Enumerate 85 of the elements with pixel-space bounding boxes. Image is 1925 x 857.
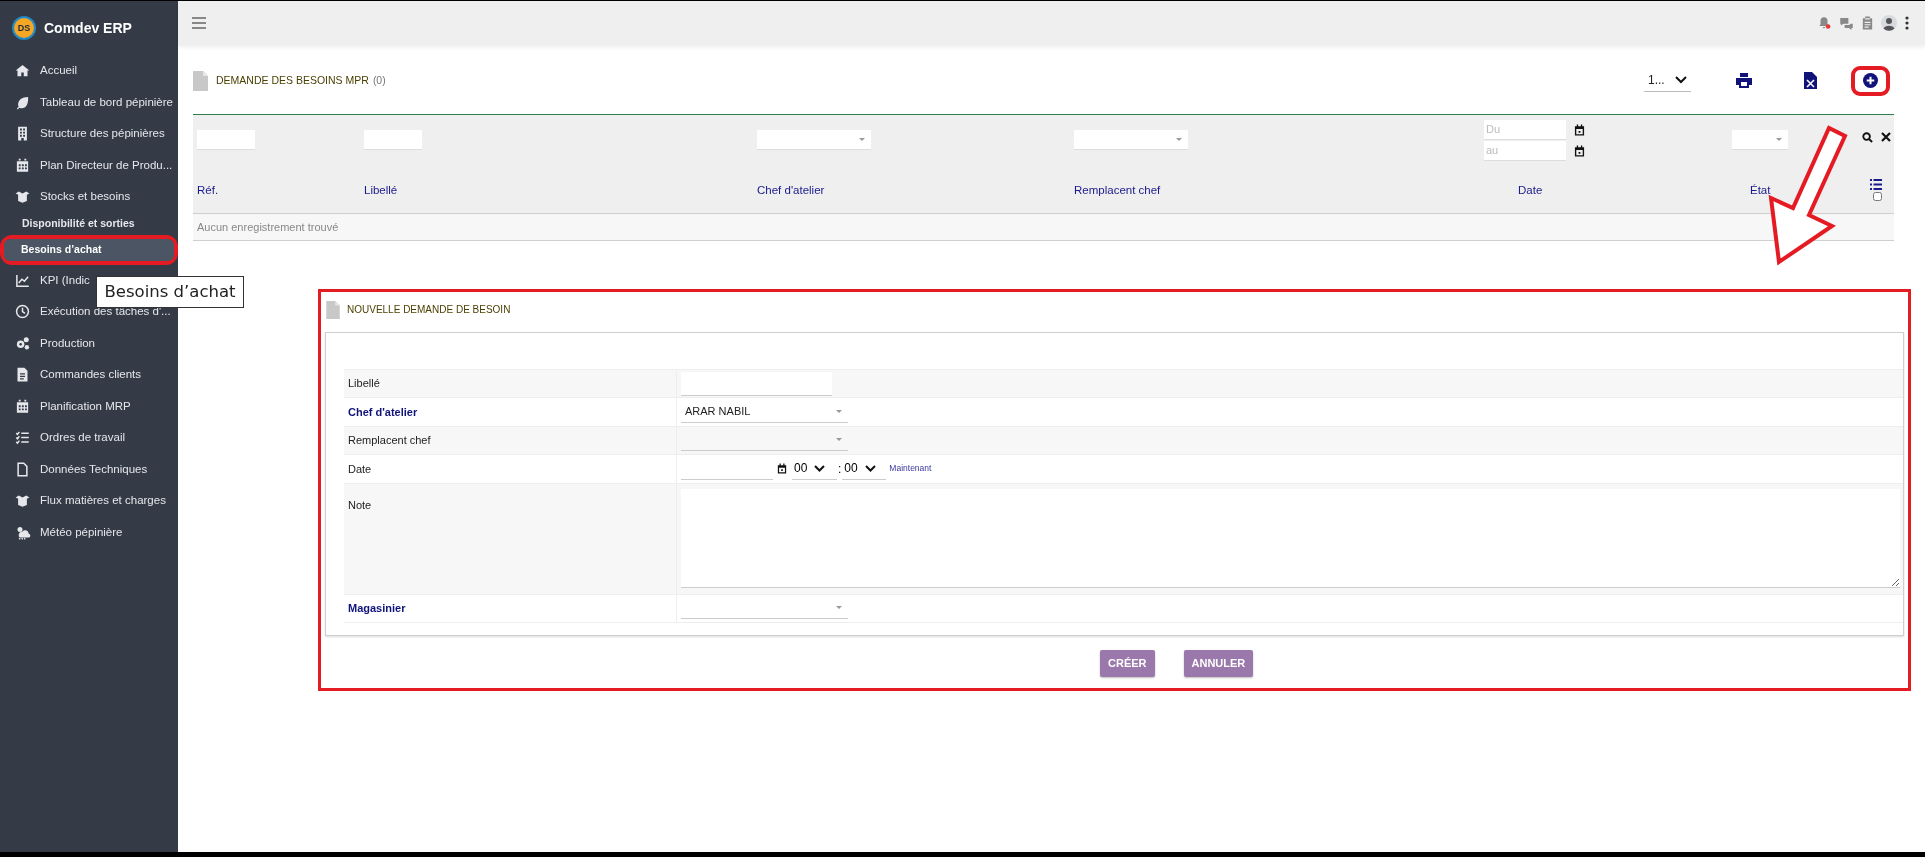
time-separator: : — [838, 460, 842, 478]
chevron-down-icon — [864, 464, 876, 472]
sidebar-item[interactable]: Tableau de bord pépinière — [0, 86, 178, 118]
close-icon[interactable] — [1881, 132, 1891, 142]
clipboard-icon[interactable] — [1862, 16, 1873, 30]
sidebar-item[interactable]: Planification MRP — [0, 390, 178, 422]
select-all-checkbox[interactable] — [1873, 192, 1882, 201]
column-header[interactable]: Remplacent chef — [1074, 184, 1161, 196]
sidebar-item[interactable]: Flux matières et charges — [0, 485, 178, 517]
tooltip: Besoins d’achat — [96, 276, 244, 308]
date-input[interactable]: Du — [1484, 119, 1566, 140]
caret-down-icon — [836, 409, 842, 413]
leaf-icon — [14, 94, 31, 110]
excel-file-icon[interactable] — [1804, 72, 1817, 89]
now-link[interactable]: Maintenant — [889, 462, 932, 476]
text-input[interactable] — [681, 371, 832, 396]
field-label: Date — [348, 461, 372, 477]
field-label: Remplacent chef — [348, 433, 431, 448]
add-button[interactable] — [1851, 65, 1890, 96]
box-icon — [14, 189, 31, 205]
search-icon[interactable] — [1862, 131, 1873, 143]
sidebar-item[interactable]: Stocks et besoins — [0, 181, 178, 213]
sidebar-item[interactable]: Commandes clients — [0, 359, 178, 391]
plus-circle-icon — [1863, 73, 1878, 88]
page-size-select[interactable]: 1... — [1644, 69, 1691, 92]
form-button[interactable]: ANNULER — [1183, 650, 1254, 677]
print-icon[interactable] — [1736, 73, 1752, 88]
calendar-icon[interactable] — [1574, 123, 1585, 136]
more-icon[interactable] — [1905, 16, 1909, 30]
column-header[interactable]: État — [1750, 184, 1771, 196]
caret-down-icon — [859, 138, 865, 141]
caret-down-icon — [1776, 138, 1782, 141]
filter-input[interactable] — [197, 130, 255, 150]
sidebar-item[interactable]: Ordres de travail — [0, 422, 178, 454]
calendar-icon[interactable] — [777, 463, 787, 475]
home-icon — [14, 63, 31, 79]
sidebar-item[interactable]: Production — [0, 327, 178, 359]
chat-icon[interactable] — [1839, 16, 1854, 30]
menu-icon[interactable] — [192, 17, 206, 29]
page-title: DEMANDE DES BESOINS MPR — [216, 72, 369, 88]
caret-down-icon — [1176, 138, 1182, 141]
sidebar-item[interactable]: Structure des pépinières — [0, 118, 178, 150]
clock-icon — [14, 304, 31, 320]
chart-icon — [14, 272, 31, 288]
column-header[interactable]: Réf. — [197, 184, 219, 196]
sidebar-item[interactable]: Données Techniques — [0, 453, 178, 485]
calendar-icon[interactable] — [1574, 144, 1585, 157]
field-label: Magasinier — [348, 601, 406, 616]
empty-message: Aucun enregistrement trouvé — [197, 219, 339, 235]
avatar-icon[interactable] — [1881, 15, 1897, 31]
date-input[interactable]: au — [1484, 140, 1566, 161]
chevron-down-icon — [1675, 76, 1687, 84]
field-label: Note — [348, 498, 372, 511]
sidebar-item[interactable]: Météo pépinière — [0, 516, 178, 548]
calendar-icon — [14, 157, 31, 173]
file-icon — [14, 461, 31, 477]
sidebar-item[interactable]: Accueil — [0, 55, 178, 87]
chevron-down-icon — [814, 464, 826, 472]
field-label: Chef d'atelier — [348, 404, 418, 420]
column-header[interactable]: Chef d'atelier — [757, 184, 825, 196]
select-field[interactable]: ARAR NABIL — [681, 400, 848, 423]
caret-down-icon — [836, 438, 842, 442]
document-icon — [326, 300, 340, 319]
caret-down-icon — [836, 606, 842, 610]
document-icon — [193, 70, 208, 91]
form-title: NOUVELLE DEMANDE DE BESOIN — [347, 303, 511, 317]
logo: DS — [12, 16, 36, 40]
column-header[interactable]: Libellé — [364, 184, 398, 196]
column-header[interactable]: Date — [1518, 184, 1543, 196]
app-name: Comdev ERP — [44, 18, 132, 38]
list-icon[interactable] — [1870, 179, 1882, 190]
sidebar-item[interactable]: Besoins d’achat — [4, 238, 174, 261]
field-label: Libellé — [348, 376, 380, 392]
sidebar-item[interactable]: Plan Directeur de Produ... — [0, 149, 178, 181]
sidebar-item[interactable]: Disponibilité et sorties — [0, 215, 135, 232]
calendar-icon — [14, 398, 31, 414]
checklist-icon — [14, 430, 31, 446]
form-button[interactable]: CRÉER — [1100, 650, 1155, 677]
bell-icon[interactable] — [1817, 16, 1831, 30]
gears-icon — [14, 335, 31, 351]
minute-select[interactable]: 00 — [842, 457, 887, 480]
box-icon — [14, 493, 31, 509]
filter-input[interactable] — [364, 130, 422, 150]
record-count: (0) — [372, 72, 386, 88]
hour-select[interactable]: 00 — [792, 457, 837, 480]
